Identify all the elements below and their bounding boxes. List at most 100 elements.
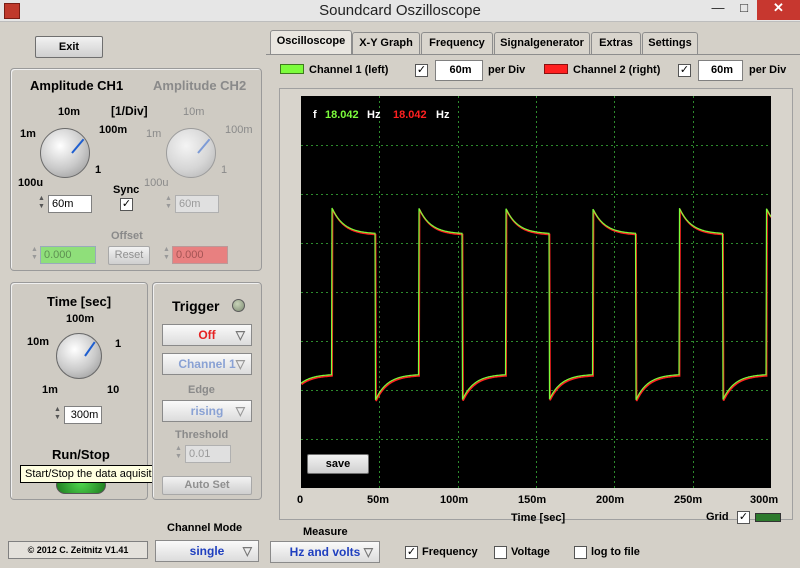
amp1-tick-100u: 100u — [18, 177, 44, 189]
time-tick-1: 1 — [115, 338, 122, 350]
scope-display: f 18.042 Hz 18.042 Hz save — [301, 96, 771, 488]
runstop-title: Run/Stop — [52, 447, 110, 462]
freq-ch2-unit: Hz — [436, 109, 450, 121]
chevron-down-icon: ▽ — [235, 404, 245, 418]
time-input[interactable]: 300m — [64, 406, 102, 424]
amplitude-ch1-knob[interactable] — [40, 128, 90, 178]
offset-reset-button[interactable]: Reset — [108, 246, 150, 265]
tab-oscilloscope[interactable]: Oscilloscope — [270, 30, 352, 55]
time-tick-1m: 1m — [42, 384, 58, 396]
time-knob[interactable] — [56, 333, 102, 379]
amp1-tick-1: 1 — [95, 164, 102, 176]
amp1-spin-arrows-icon[interactable]: ▲ ▼ — [37, 195, 46, 213]
amp2-tick-10m: 10m — [183, 106, 205, 118]
trigger-channel-dropdown[interactable]: Channel 1 ▽ — [162, 353, 252, 375]
measure-voltage-label: Voltage — [511, 546, 550, 558]
offset-ch1-input[interactable]: 0.000 — [40, 246, 96, 264]
channel2-color-swatch — [544, 64, 568, 74]
time-title: Time [sec] — [47, 294, 112, 309]
grid-label: Grid — [706, 511, 729, 523]
tab-xy-graph[interactable]: X-Y Graph — [352, 32, 420, 54]
channel-mode-value: single — [189, 544, 225, 558]
grid-color-swatch[interactable] — [755, 513, 781, 522]
tab-settings[interactable]: Settings — [642, 32, 698, 54]
measure-voltage-checkbox[interactable] — [494, 546, 507, 559]
trigger-edge-dropdown[interactable]: rising ▽ — [162, 400, 252, 422]
channel1-per-div-label: per Div — [488, 64, 526, 76]
channel-mode-title: Channel Mode — [167, 522, 243, 534]
chevron-down-icon: ▽ — [235, 328, 245, 342]
x-tick-150m: 150m — [518, 494, 547, 506]
x-tick-100m: 100m — [440, 494, 469, 506]
amp1-tick-100m: 100m — [99, 124, 128, 136]
offset-ch2-input[interactable]: 0.000 — [172, 246, 228, 264]
trigger-channel-value: Channel 1 — [178, 357, 236, 371]
maximize-icon[interactable]: □ — [731, 0, 757, 20]
tab-signalgenerator[interactable]: Signalgenerator — [494, 32, 590, 54]
trigger-mode-value: Off — [198, 328, 216, 342]
chevron-down-icon: ▽ — [242, 544, 252, 558]
channel-mode-dropdown[interactable]: single ▽ — [155, 540, 259, 562]
amp2-tick-100m: 100m — [225, 124, 253, 136]
freq-ch1-unit: Hz — [367, 109, 381, 121]
time-needle — [84, 341, 96, 357]
threshold-label: Threshold — [175, 429, 229, 441]
title-bar: Soundcard Oszilloscope — □ ✕ — [0, 0, 800, 22]
log-to-file-checkbox[interactable] — [574, 546, 587, 559]
measure-mode-value: Hz and volts — [289, 545, 361, 559]
amplitude-ch1-input[interactable]: 60m — [48, 195, 92, 213]
time-tick-10: 10 — [107, 384, 120, 396]
time-tick-10m: 10m — [27, 336, 50, 348]
x-tick-300m: 300m — [750, 494, 779, 506]
amplitude-ch2-knob[interactable] — [166, 128, 216, 178]
log-to-file-label: log to file — [591, 546, 640, 558]
channel2-checkbox[interactable]: ✓ — [678, 64, 691, 77]
channel1-checkbox[interactable]: ✓ — [415, 64, 428, 77]
exit-button[interactable]: Exit — [35, 36, 103, 58]
x-tick-50m: 50m — [367, 494, 390, 506]
sync-checkbox[interactable]: ✓ — [120, 198, 133, 211]
amp2-tick-1m: 1m — [146, 128, 162, 140]
tab-frequency[interactable]: Frequency — [421, 32, 493, 54]
time-spin-arrows-icon[interactable]: ▲ ▼ — [53, 406, 62, 424]
offset2-spin-arrows-icon[interactable]: ▲ ▼ — [162, 246, 171, 264]
x-tick-200m: 200m — [596, 494, 625, 506]
amp2-spin-arrows-icon[interactable]: ▲ ▼ — [164, 195, 173, 213]
measure-mode-dropdown[interactable]: Hz and volts ▽ — [270, 541, 380, 563]
runstop-tooltip: Start/Stop the data aquisition — [20, 465, 172, 483]
offset1-spin-arrows-icon[interactable]: ▲ ▼ — [30, 246, 39, 264]
grid-checkbox[interactable]: ✓ — [737, 511, 750, 524]
scope-grid — [301, 96, 771, 488]
amplitude-ch2-input[interactable]: 60m — [175, 195, 219, 213]
measure-frequency-checkbox[interactable]: ✓ — [405, 546, 418, 559]
channel1-div-input[interactable]: 60m — [435, 60, 483, 81]
channel2-label: Channel 2 (right) — [573, 64, 661, 76]
channel2-per-div-label: per Div — [749, 64, 787, 76]
x-tick-0: 0 — [297, 494, 304, 506]
close-icon[interactable]: ✕ — [757, 0, 800, 20]
channel1-color-swatch — [280, 64, 304, 74]
x-axis-label: Time [sec] — [511, 512, 566, 524]
measure-title: Measure — [303, 526, 348, 538]
autoset-button[interactable]: Auto Set — [162, 476, 252, 495]
amplitude-ch1-title: Amplitude CH1 — [30, 78, 124, 93]
amp2-tick-1: 1 — [221, 164, 228, 176]
edge-label: Edge — [188, 384, 215, 396]
amp1-tick-1m: 1m — [20, 128, 36, 140]
trigger-edge-value: rising — [190, 404, 224, 418]
minimize-icon[interactable]: — — [705, 0, 731, 20]
amplitude-ch1-needle — [71, 138, 85, 154]
freq-ch1-value: 18.042 — [325, 109, 359, 121]
save-button[interactable]: save — [307, 454, 369, 474]
offset-label: Offset — [111, 230, 143, 242]
window-title: Soundcard Oszilloscope — [319, 2, 481, 19]
threshold-input[interactable]: 0.01 — [185, 445, 231, 463]
x-tick-250m: 250m — [674, 494, 703, 506]
trigger-mode-dropdown[interactable]: Off ▽ — [162, 324, 252, 346]
tab-extras[interactable]: Extras — [591, 32, 641, 54]
tab-divider — [266, 54, 800, 55]
threshold-spin-arrows-icon[interactable]: ▲ ▼ — [174, 445, 183, 463]
measure-frequency-label: Frequency — [422, 546, 478, 558]
freq-ch2-value: 18.042 — [393, 109, 427, 121]
channel2-div-input[interactable]: 60m — [698, 60, 743, 81]
